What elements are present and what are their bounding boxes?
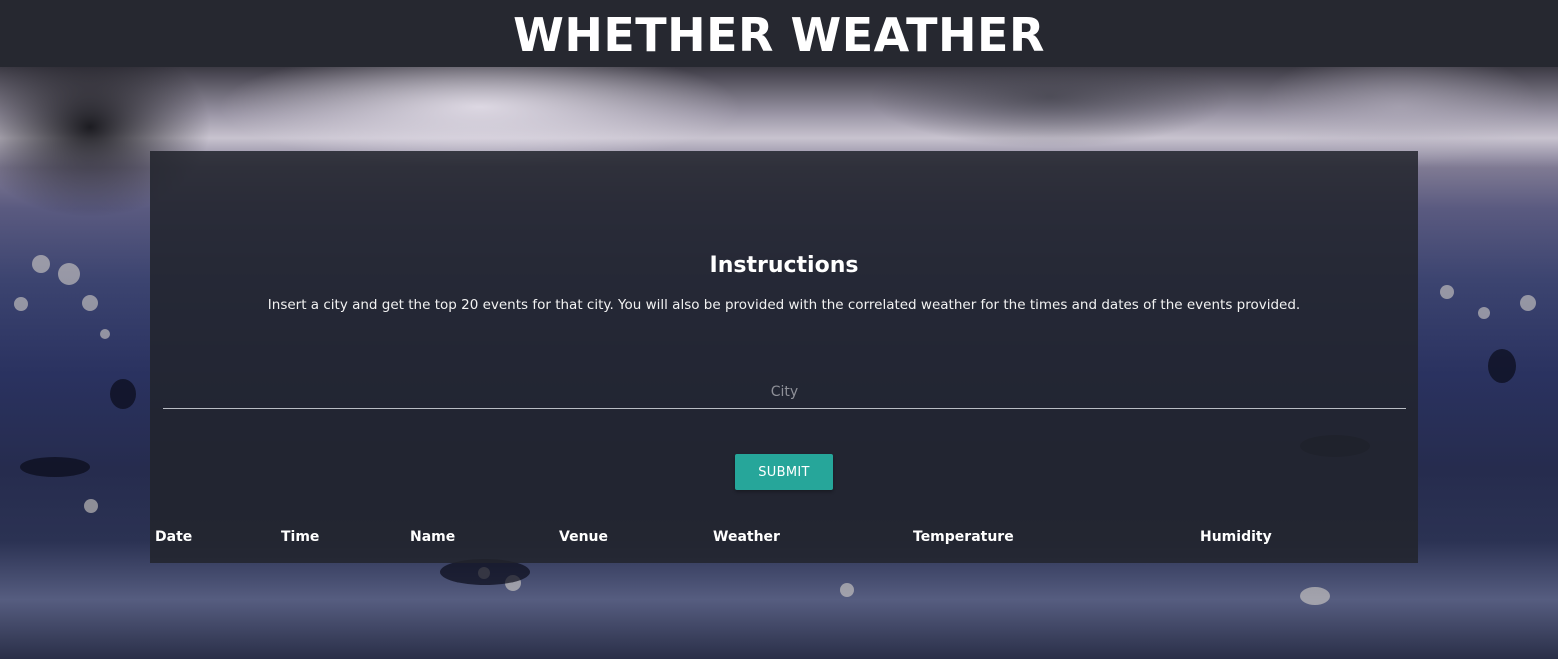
results-table-header: Date Time Name Venue Weather Temperature… bbox=[150, 527, 1418, 547]
bokeh-light bbox=[1478, 307, 1490, 319]
page: WHETHER WEATHER Instructions Insert a ci… bbox=[0, 0, 1558, 659]
column-header-humidity: Humidity bbox=[1200, 529, 1272, 545]
bokeh-light bbox=[1520, 295, 1536, 311]
instructions-text: Insert a city and get the top 20 events … bbox=[267, 297, 1301, 313]
water-droplet bbox=[110, 379, 136, 409]
submit-button[interactable]: SUBMIT bbox=[735, 454, 833, 490]
column-header-temperature: Temperature bbox=[913, 529, 1014, 545]
column-header-time: Time bbox=[281, 529, 320, 545]
bokeh-light bbox=[1440, 285, 1454, 299]
bokeh-light bbox=[840, 583, 854, 597]
bokeh-light bbox=[1300, 587, 1330, 605]
search-card: Instructions Insert a city and get the t… bbox=[150, 151, 1418, 563]
city-input[interactable] bbox=[163, 375, 1406, 409]
bokeh-light bbox=[14, 297, 28, 311]
bokeh-light bbox=[58, 263, 80, 285]
column-header-venue: Venue bbox=[559, 529, 608, 545]
site-title: WHETHER WEATHER bbox=[513, 7, 1045, 62]
bokeh-light bbox=[100, 329, 110, 339]
column-header-name: Name bbox=[410, 529, 456, 545]
water-droplet bbox=[1488, 349, 1516, 383]
bokeh-light bbox=[32, 255, 50, 273]
column-header-date: Date bbox=[155, 529, 193, 545]
instructions-heading: Instructions bbox=[709, 253, 859, 278]
bokeh-light bbox=[82, 295, 98, 311]
bokeh-light bbox=[84, 499, 98, 513]
site-header: WHETHER WEATHER bbox=[0, 0, 1558, 67]
column-header-weather: Weather bbox=[713, 529, 780, 545]
water-ripple bbox=[20, 457, 90, 477]
